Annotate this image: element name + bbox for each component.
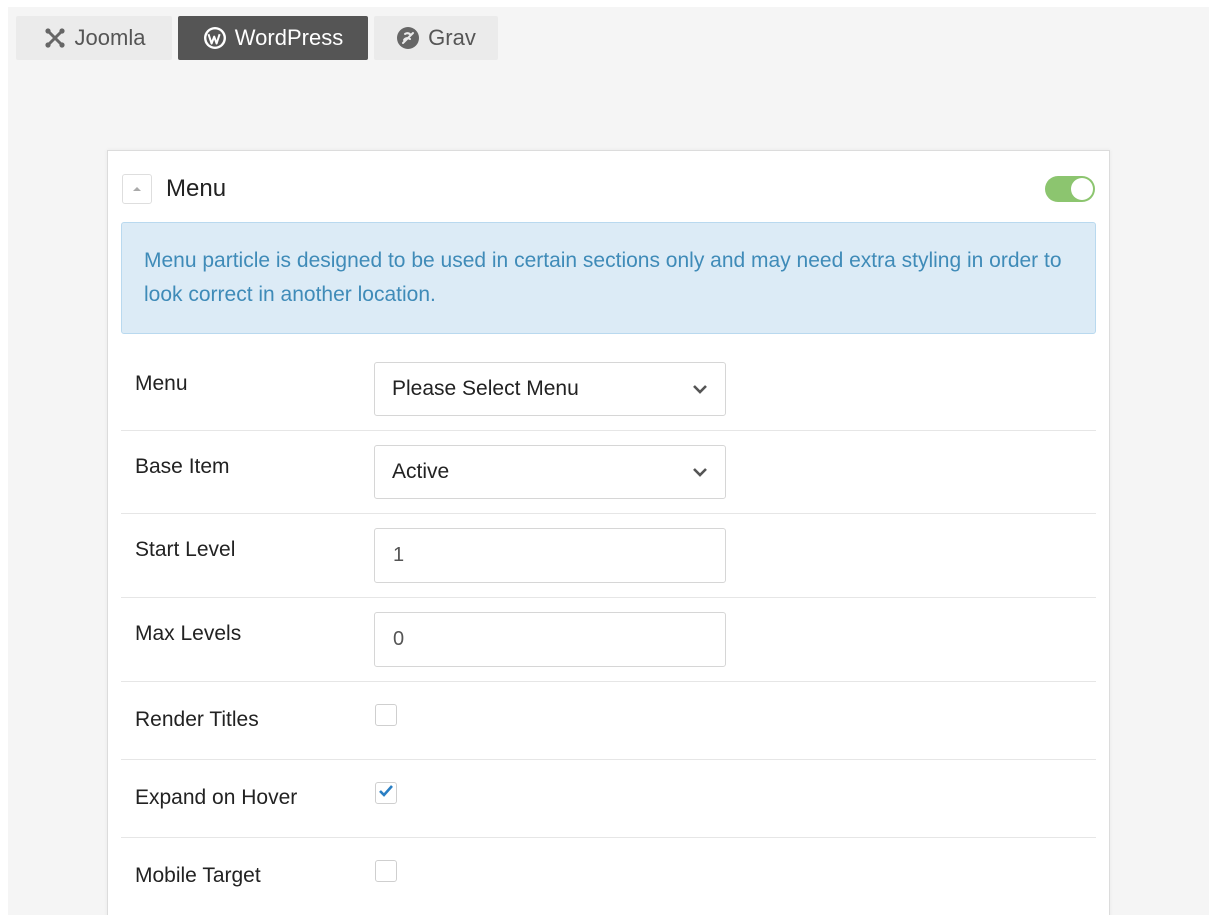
start-level-input[interactable]: 1 [374,528,726,583]
tab-grav[interactable]: Grav [374,16,498,60]
mobile-target-checkbox[interactable] [375,860,397,882]
page: Joomla WordPress Grav Menu Menu particle… [0,0,1209,915]
field-row-expand-on-hover: Expand on Hover [121,760,1096,838]
frame-edge-left [0,0,8,915]
base-item-select[interactable]: Active [374,445,726,499]
max-levels-value: 0 [393,628,405,650]
info-notice: Menu particle is designed to be used in … [121,222,1096,334]
checkmark-icon [378,784,394,803]
max-levels-label: Max Levels [135,622,242,645]
tab-joomla[interactable]: Joomla [16,16,172,60]
tab-wordpress[interactable]: WordPress [178,16,368,60]
expand-on-hover-checkbox[interactable] [375,782,397,804]
collapse-button[interactable] [122,174,152,204]
panel-title: Menu [166,175,227,202]
field-row-base-item: Base Item Active [121,431,1096,514]
wordpress-icon [203,26,227,50]
render-titles-label: Render Titles [135,708,259,731]
panel-header: Menu [122,173,1095,207]
expand-on-hover-label: Expand on Hover [135,786,298,809]
max-levels-input[interactable]: 0 [374,612,726,667]
menu-particle-panel: Menu Menu particle is designed to be use… [107,150,1110,915]
menu-select[interactable]: Please Select Menu [374,362,726,416]
field-row-start-level: Start Level 1 [121,514,1096,598]
menu-select-value: Please Select Menu [392,377,579,400]
tab-label: Joomla [74,25,146,50]
tab-label: WordPress [234,25,344,50]
menu-label: Menu [135,372,188,395]
start-level-label: Start Level [135,538,236,561]
enable-toggle[interactable] [1045,176,1095,202]
field-row-mobile-target: Mobile Target [121,838,1096,915]
field-row-render-titles: Render Titles [121,682,1096,760]
base-item-select-value: Active [392,460,450,483]
render-titles-checkbox[interactable] [375,704,397,726]
base-item-label: Base Item [135,455,230,478]
mobile-target-label: Mobile Target [135,864,261,887]
field-row-max-levels: Max Levels 0 [121,598,1096,682]
chevron-down-icon [692,460,708,484]
frame-edge-top [0,0,1209,7]
chevron-down-icon [692,377,708,401]
caret-up-icon [132,180,142,198]
platform-tabs: Joomla WordPress Grav [16,16,498,60]
tab-label: Grav [428,25,476,50]
grav-icon [396,26,420,50]
start-level-value: 1 [393,544,405,566]
toggle-knob [1071,178,1093,200]
joomla-icon [43,26,67,50]
field-row-menu: Menu Please Select Menu [121,348,1096,431]
